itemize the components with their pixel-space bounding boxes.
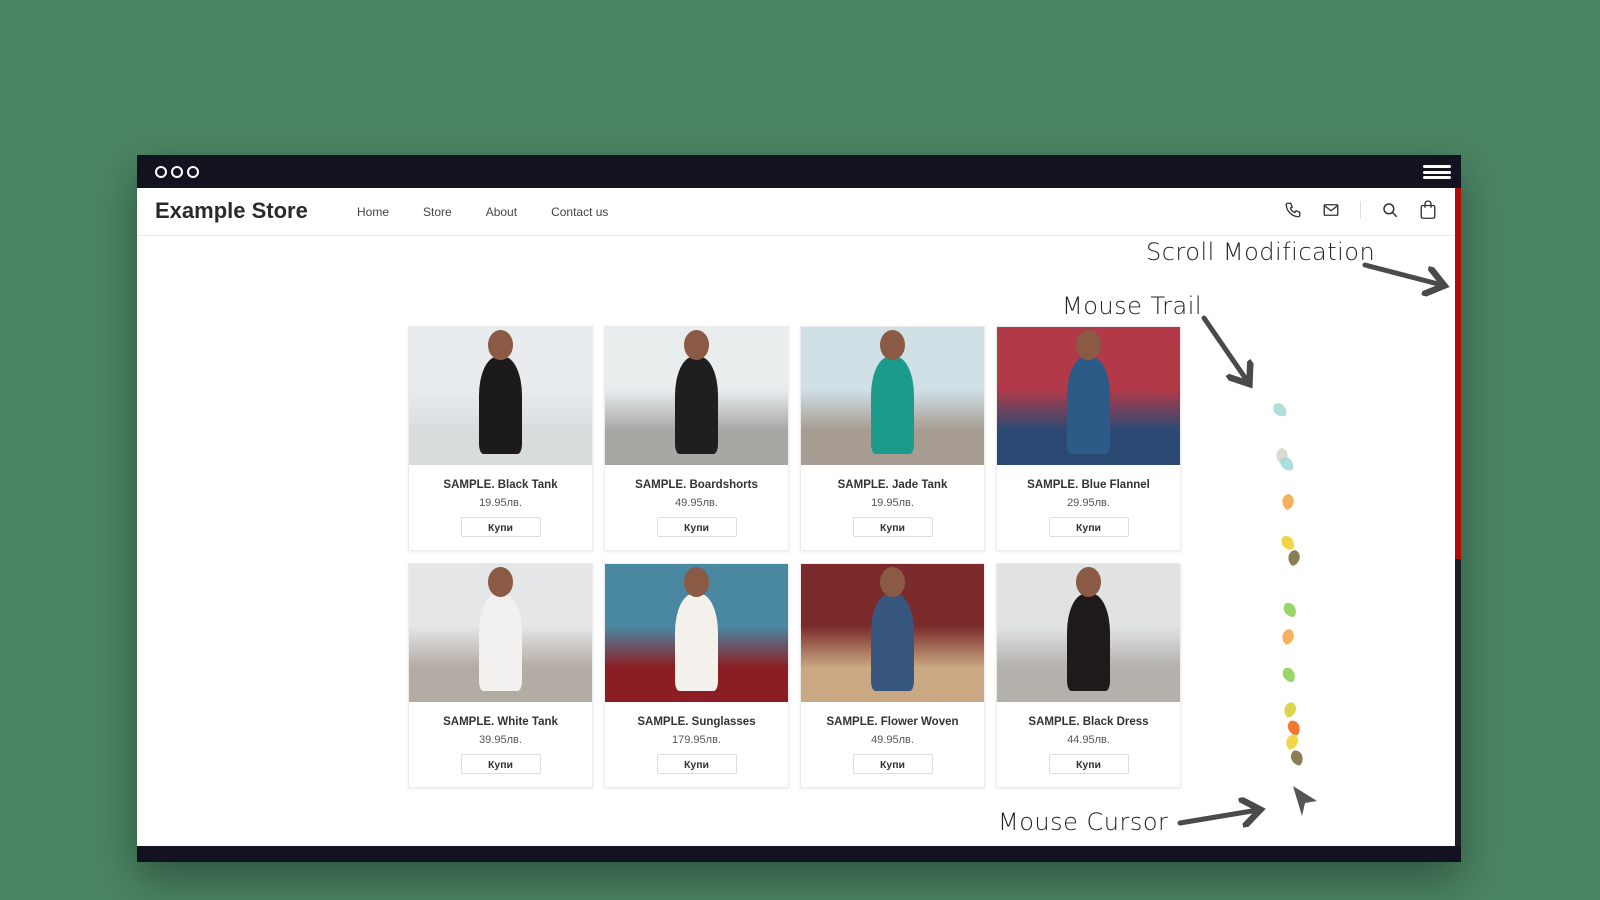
product-image[interactable] <box>801 564 984 702</box>
nav-link-contact[interactable]: Contact us <box>551 205 608 219</box>
product-model-figure <box>478 594 523 691</box>
product-model-figure <box>478 357 523 454</box>
product-card[interactable]: SAMPLE. Blue Flannel 29.95лв. Купи <box>996 326 1181 551</box>
product-model-head <box>879 566 906 598</box>
window-dot[interactable] <box>187 166 199 178</box>
product-image[interactable] <box>409 564 592 702</box>
product-model-figure <box>1066 594 1111 691</box>
annotation-scroll-modification: Scroll Modification <box>1146 238 1376 266</box>
shopping-bag-icon[interactable] <box>1419 200 1437 220</box>
window-titlebar <box>137 155 1461 188</box>
window-bottom-bar <box>137 846 1461 862</box>
product-card[interactable]: SAMPLE. Boardshorts 49.95лв. Купи <box>604 326 789 551</box>
annotation-mouse-cursor: Mouse Cursor <box>998 808 1169 836</box>
window-dot[interactable] <box>155 166 167 178</box>
product-name[interactable]: SAMPLE. White Tank <box>409 716 592 728</box>
store-logo[interactable]: Example Store <box>155 198 308 224</box>
buy-button[interactable]: Купи <box>656 754 737 774</box>
product-image[interactable] <box>605 564 788 702</box>
buy-button[interactable]: Купи <box>656 517 737 537</box>
product-name[interactable]: SAMPLE. Blue Flannel <box>997 479 1180 491</box>
hamburger-icon[interactable] <box>1423 165 1451 179</box>
product-image[interactable] <box>605 327 788 465</box>
product-card[interactable]: SAMPLE. White Tank 39.95лв. Купи <box>408 563 593 788</box>
product-price: 19.95лв. <box>871 497 914 509</box>
header-actions <box>1284 200 1437 220</box>
product-grid: SAMPLE. Black Tank 19.95лв. Купи SAMPLE.… <box>408 326 1181 788</box>
product-name[interactable]: SAMPLE. Jade Tank <box>801 479 984 491</box>
product-name[interactable]: SAMPLE. Boardshorts <box>605 479 788 491</box>
mail-icon[interactable] <box>1322 201 1340 219</box>
product-name[interactable]: SAMPLE. Sunglasses <box>605 716 788 728</box>
product-card[interactable]: SAMPLE. Jade Tank 19.95лв. Купи <box>800 326 985 551</box>
product-name[interactable]: SAMPLE. Flower Woven <box>801 716 984 728</box>
product-model-figure <box>870 357 915 454</box>
nav-link-about[interactable]: About <box>486 205 517 219</box>
product-image[interactable] <box>997 564 1180 702</box>
window-dot[interactable] <box>171 166 183 178</box>
nav-link-home[interactable]: Home <box>357 205 389 219</box>
product-price: 39.95лв. <box>479 734 522 746</box>
product-price: 49.95лв. <box>675 497 718 509</box>
main-menu: Home Store About Contact us <box>357 205 608 219</box>
annotation-mouse-trail: Mouse Trail <box>1062 292 1203 320</box>
scrollbar-track[interactable] <box>1455 188 1461 862</box>
search-icon[interactable] <box>1381 201 1399 219</box>
product-card[interactable]: SAMPLE. Black Tank 19.95лв. Купи <box>408 326 593 551</box>
buy-button[interactable]: Купи <box>852 517 933 537</box>
product-model-figure <box>1066 357 1111 454</box>
buy-button[interactable]: Купи <box>460 754 541 774</box>
product-model-head <box>683 329 710 361</box>
site-header: Example Store Home Store About Contact u… <box>137 188 1455 236</box>
product-model-head <box>879 329 906 361</box>
product-card[interactable]: SAMPLE. Flower Woven 49.95лв. Купи <box>800 563 985 788</box>
phone-icon[interactable] <box>1284 201 1302 219</box>
product-model-head <box>1075 566 1102 598</box>
product-image[interactable] <box>409 327 592 465</box>
product-price: 29.95лв. <box>1067 497 1110 509</box>
buy-button[interactable]: Купи <box>1048 754 1129 774</box>
product-image[interactable] <box>801 327 984 465</box>
traffic-dots-icon[interactable] <box>155 166 199 178</box>
product-model-figure <box>674 594 719 691</box>
product-image[interactable] <box>997 327 1180 465</box>
buy-button[interactable]: Купи <box>460 517 541 537</box>
product-model-head <box>683 566 710 598</box>
product-model-figure <box>870 594 915 691</box>
product-price: 49.95лв. <box>871 734 914 746</box>
product-price: 44.95лв. <box>1067 734 1110 746</box>
nav-link-store[interactable]: Store <box>423 205 452 219</box>
product-card[interactable]: SAMPLE. Black Dress 44.95лв. Купи <box>996 563 1181 788</box>
product-price: 179.95лв. <box>672 734 721 746</box>
buy-button[interactable]: Купи <box>852 754 933 774</box>
buy-button[interactable]: Купи <box>1048 517 1129 537</box>
product-model-head <box>487 329 514 361</box>
product-price: 19.95лв. <box>479 497 522 509</box>
scrollbar-thumb[interactable] <box>1455 188 1461 559</box>
product-model-figure <box>674 357 719 454</box>
product-name[interactable]: SAMPLE. Black Tank <box>409 479 592 491</box>
product-model-head <box>1075 329 1102 361</box>
product-name[interactable]: SAMPLE. Black Dress <box>997 716 1180 728</box>
product-model-head <box>487 566 514 598</box>
header-divider <box>1360 201 1361 219</box>
product-card[interactable]: SAMPLE. Sunglasses 179.95лв. Купи <box>604 563 789 788</box>
